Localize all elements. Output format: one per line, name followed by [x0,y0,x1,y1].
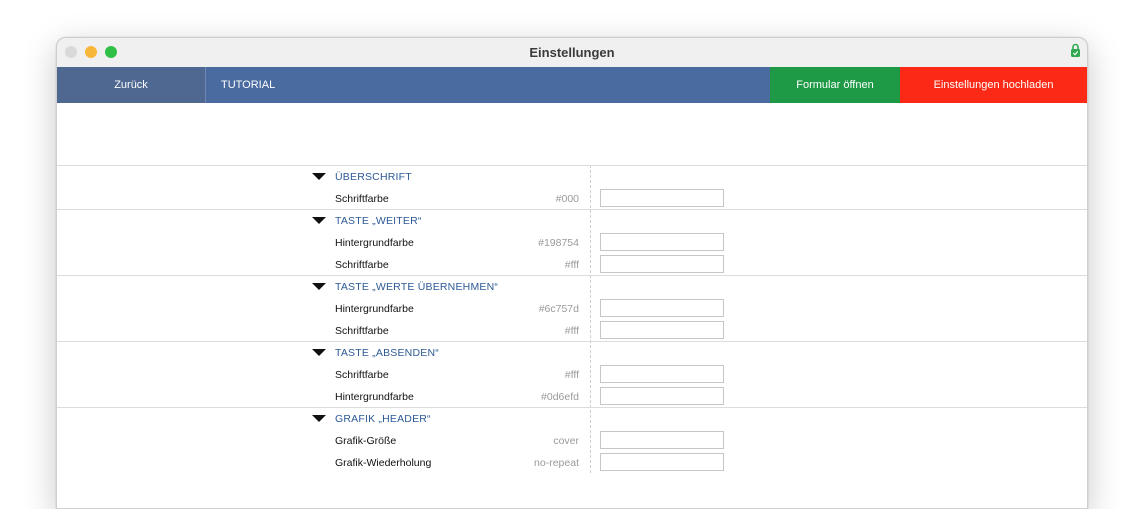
back-button[interactable]: Zurück [57,67,206,103]
collapse-triangle-icon[interactable] [312,415,326,422]
setting-row: Hintergrundfarbe #6c757d [57,298,1087,320]
setting-input-schriftfarbe[interactable] [600,189,724,207]
section-header-taste-werte-uebernehmen[interactable]: TASTE „WERTE ÜBERNEHMEN“ [57,276,1087,298]
setting-default-value: #000 [555,193,579,205]
section-header-grafik-header[interactable]: GRAFIK „HEADER“ [57,408,1087,430]
section-title: TASTE „WERTE ÜBERNEHMEN“ [335,281,499,293]
setting-default-value: #198754 [538,237,579,249]
upload-settings-button[interactable]: Einstellungen hochladen [900,67,1087,103]
toolbar: Zurück TUTORIAL Formular öffnen Einstell… [57,67,1087,103]
setting-input-schriftfarbe[interactable] [600,365,724,383]
setting-row: Schriftfarbe #fff [57,254,1087,276]
section-title: TASTE „WEITER“ [335,215,422,227]
setting-default-value: cover [553,435,579,447]
section-header-taste-absenden[interactable]: TASTE „ABSENDEN“ [57,342,1087,364]
section-header-taste-weiter[interactable]: TASTE „WEITER“ [57,210,1087,232]
setting-label: Schriftfarbe [335,193,389,205]
setting-label: Hintergrundfarbe [335,303,414,315]
setting-default-value: #fff [564,369,579,381]
setting-input-hintergrundfarbe[interactable] [600,387,724,405]
setting-row: Grafik-Wiederholung no-repeat [57,452,1087,474]
setting-row: Schriftfarbe #fff [57,320,1087,342]
setting-input-schriftfarbe[interactable] [600,321,724,339]
open-form-button[interactable]: Formular öffnen [770,67,900,103]
setting-label: Schriftfarbe [335,325,389,337]
setting-label: Grafik-Größe [335,435,397,447]
tutorial-button[interactable]: TUTORIAL [206,67,770,103]
setting-default-value: no-repeat [534,457,579,469]
setting-row: Schriftfarbe #fff [57,364,1087,386]
setting-label: Hintergrundfarbe [335,237,414,249]
section-title: GRAFIK „HEADER“ [335,413,431,425]
collapse-triangle-icon[interactable] [312,217,326,224]
setting-input-hintergrundfarbe[interactable] [600,299,724,317]
setting-default-value: #6c757d [538,303,579,315]
setting-label: Schriftfarbe [335,369,389,381]
setting-default-value: #fff [564,325,579,337]
setting-input-grafik-wiederholung[interactable] [600,453,724,471]
lock-icon [1071,43,1080,57]
setting-input-grafik-groesse[interactable] [600,431,724,449]
collapse-triangle-icon[interactable] [312,349,326,356]
setting-input-schriftfarbe[interactable] [600,255,724,273]
collapse-triangle-icon[interactable] [312,283,326,290]
title-bar: Einstellungen [57,38,1087,68]
setting-row: Hintergrundfarbe #0d6efd [57,386,1087,408]
settings-content: ÜBERSCHRIFT Schriftfarbe #000 TASTE „WEI… [57,103,1087,508]
collapse-triangle-icon[interactable] [312,173,326,180]
setting-default-value: #0d6efd [541,391,579,403]
section-header-ueberschrift[interactable]: ÜBERSCHRIFT [57,166,1087,188]
setting-label: Schriftfarbe [335,259,389,271]
settings-window: Einstellungen Zurück TUTORIAL Formular ö… [56,37,1088,509]
setting-label: Hintergrundfarbe [335,391,414,403]
window-title: Einstellungen [529,45,615,60]
setting-row: Schriftfarbe #000 [57,188,1087,210]
section-title: ÜBERSCHRIFT [335,171,412,183]
section-title: TASTE „ABSENDEN“ [335,347,439,359]
setting-row: Grafik-Größe cover [57,430,1087,452]
setting-default-value: #fff [564,259,579,271]
setting-row: Hintergrundfarbe #198754 [57,232,1087,254]
setting-label: Grafik-Wiederholung [335,457,432,469]
setting-input-hintergrundfarbe[interactable] [600,233,724,251]
